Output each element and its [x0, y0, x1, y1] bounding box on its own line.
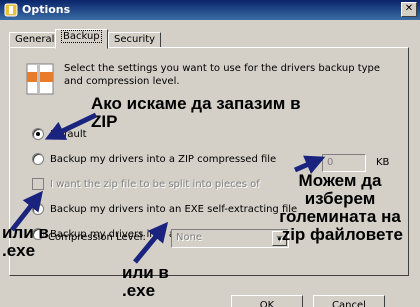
close-icon: ✕	[404, 3, 414, 14]
compression-level-value: None	[176, 232, 203, 243]
tab-security[interactable]: Security	[108, 32, 162, 48]
tab-general[interactable]: General	[9, 32, 61, 48]
window-title: Options	[22, 3, 71, 16]
zip-archive-icon	[26, 63, 54, 95]
radio-zip-indicator[interactable]	[32, 153, 44, 165]
radio-default-label: Default	[50, 128, 87, 140]
tab-backup[interactable]: Backup	[55, 29, 108, 49]
radio-zip-label: Backup my drivers into a ZIP compressed …	[50, 153, 277, 165]
split-zip-label: I want the zip file to be split into pie…	[50, 178, 260, 190]
title-bar: Options ✕	[0, 0, 420, 20]
radio-exe-self-extracting[interactable]: Backup my drivers into an EXE self-extra…	[32, 203, 297, 215]
close-button[interactable]: ✕	[401, 2, 417, 17]
radio-exe-self-extracting-indicator[interactable]	[32, 203, 44, 215]
radio-default[interactable]: Default	[32, 128, 87, 140]
annotation-exe-note-1: или в .exe	[2, 223, 49, 260]
app-icon	[4, 3, 18, 17]
radio-exe-self-extracting-label: Backup my drivers into an EXE self-extra…	[50, 203, 298, 215]
ok-button[interactable]: OK	[231, 295, 303, 307]
backup-description: Select the settings you want to use for …	[64, 63, 381, 87]
annotation-zip-note: Ако искаме да запазим в ZIP	[91, 94, 301, 131]
split-zip-check-indicator[interactable]	[32, 178, 44, 190]
radio-zip[interactable]: Backup my drivers into a ZIP compressed …	[32, 153, 276, 165]
split-size-input[interactable]: 0	[322, 154, 366, 172]
radio-default-indicator[interactable]	[32, 128, 44, 140]
annotation-size-note: Можем да изберем големината на .zip файл…	[276, 171, 404, 244]
split-size-unit: KB	[376, 157, 390, 168]
cancel-button[interactable]: Cancel	[313, 295, 385, 307]
annotation-exe-note-2: или в .exe	[122, 263, 169, 300]
compression-level-label: Compression Level:	[48, 232, 146, 243]
split-zip-checkbox[interactable]: I want the zip file to be split into pie…	[32, 178, 260, 190]
